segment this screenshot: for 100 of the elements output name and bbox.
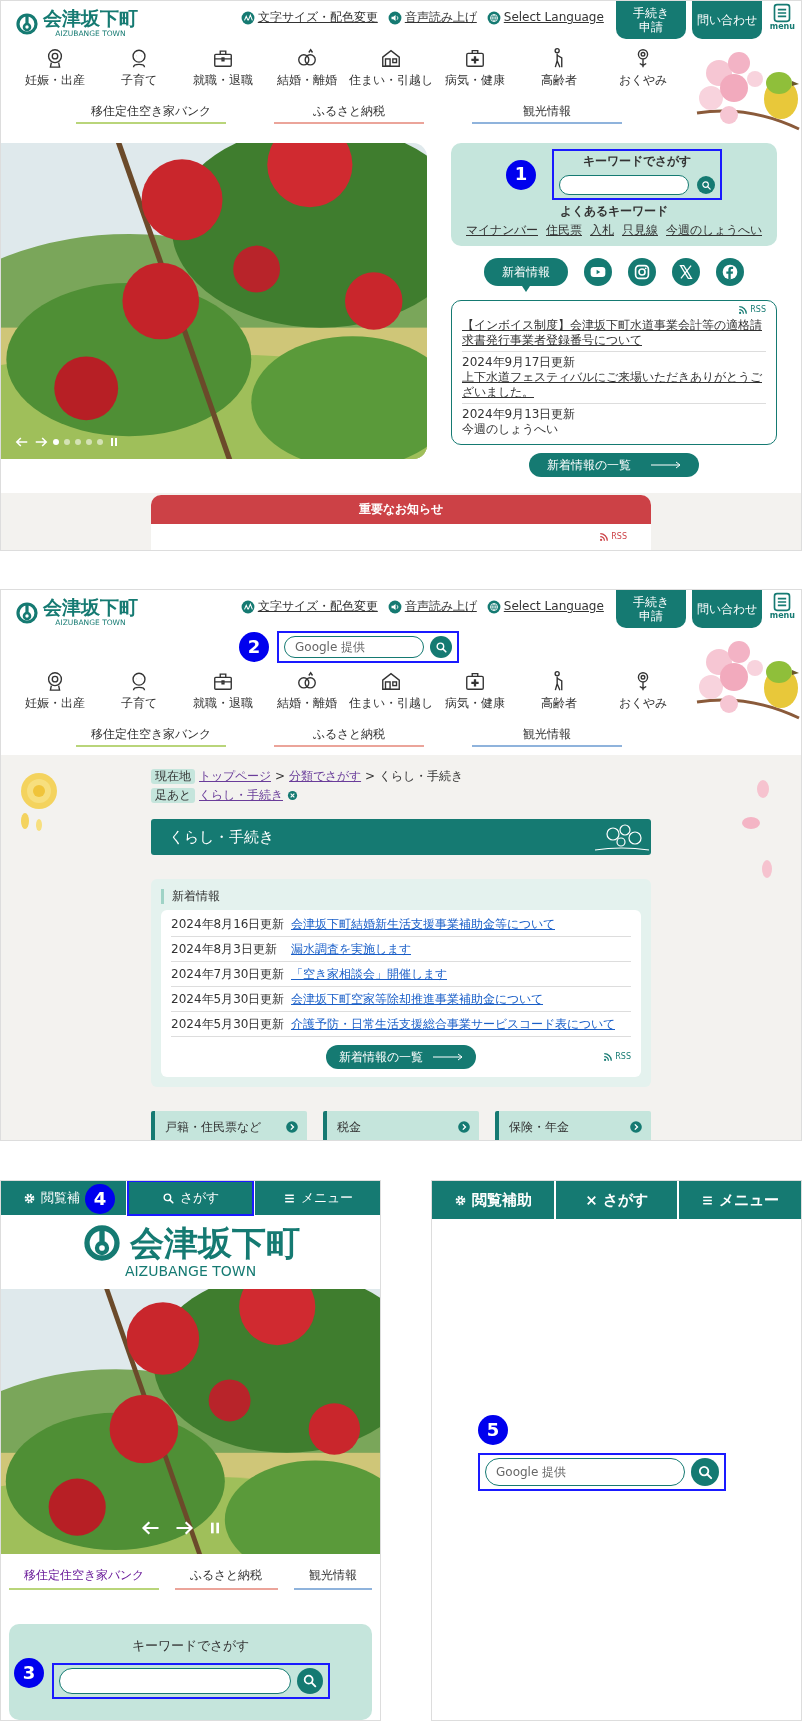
briefcase-icon — [212, 47, 234, 69]
globe-icon — [486, 10, 501, 25]
category-link[interactable]: 税金 — [323, 1111, 479, 1140]
close-icon — [287, 790, 298, 801]
search-heading: キーワードでさがす — [583, 154, 691, 169]
chevron-icon — [629, 1120, 643, 1134]
life-event-link[interactable]: 病気・健康 — [433, 670, 517, 711]
news-list-button[interactable]: 新着情報の一覧 — [529, 453, 699, 477]
life-event-link[interactable]: おくやみ — [601, 670, 685, 711]
news-link[interactable]: 会津坂下町空家等除却推進事業補助金について — [291, 991, 543, 1007]
life-event-link[interactable]: 高齢者 — [517, 670, 601, 711]
toolbar-button[interactable]: さがす — [555, 1181, 678, 1219]
featured-link[interactable]: 観光情報 — [472, 727, 622, 747]
news-list-button[interactable]: 新着情報の一覧 — [326, 1045, 476, 1069]
gear-icon — [23, 1191, 36, 1205]
utility-link[interactable]: Select Language — [486, 599, 604, 614]
breadcrumb-link[interactable]: トップページ — [199, 769, 271, 784]
slide-dot[interactable] — [75, 439, 81, 445]
breadcrumb-link[interactable]: 分類でさがす — [289, 769, 362, 784]
life-event-link[interactable]: 子育て — [97, 47, 181, 88]
social-tab[interactable] — [672, 258, 700, 286]
news-link[interactable]: 会津坂下町結婚新生活支援事業補助金等について — [291, 916, 555, 932]
news-date: 2024年5月30日更新 — [171, 1016, 283, 1032]
featured-link[interactable]: 移住定住空き家バンク — [76, 727, 226, 747]
rss-link[interactable]: RSS — [603, 1052, 631, 1062]
toolbar-button[interactable]: さがす — [128, 1181, 253, 1216]
site-logo[interactable]: 会津坂下町 — [43, 9, 138, 29]
header-button[interactable]: 問い合わせ — [691, 1, 762, 39]
house-icon — [380, 670, 402, 692]
news-tab[interactable]: 新着情報 — [484, 258, 568, 286]
keyword-link[interactable]: 入札 — [590, 223, 614, 238]
life-event-link[interactable]: 子育て — [97, 670, 181, 711]
category-link[interactable]: 保険・年金 — [495, 1111, 651, 1140]
toolbar-button[interactable]: 閲覧補助 — [432, 1181, 554, 1219]
header-button[interactable]: 手続き 申請 — [615, 590, 686, 628]
social-tab[interactable] — [584, 258, 612, 286]
news-link[interactable]: 【インボイス制度】会津坂下町水道事業会計等の適格請求書発行事業者登録番号について — [462, 318, 766, 348]
search-button[interactable] — [697, 176, 715, 194]
life-event-link[interactable]: 妊娠・出産 — [13, 47, 97, 88]
life-event-link[interactable]: 就職・退職 — [181, 670, 265, 711]
keyword-link[interactable]: 住民票 — [546, 223, 582, 238]
site-logo[interactable]: 会津坂下町 — [43, 598, 138, 618]
toolbar-button[interactable]: メニュー — [255, 1181, 380, 1216]
featured-link[interactable]: 移住定住空き家バンク — [76, 104, 226, 124]
keyword-link[interactable]: 今週のしょうへい — [666, 223, 762, 238]
utility-link[interactable]: 文字サイズ・配色変更 — [240, 10, 378, 25]
utility-link[interactable]: 文字サイズ・配色変更 — [240, 599, 378, 614]
featured-link[interactable]: 移住定住空き家バンク — [9, 1562, 160, 1591]
featured-link[interactable]: 観光情報 — [472, 104, 622, 124]
search-field[interactable] — [58, 1667, 291, 1694]
social-tab[interactable] — [628, 258, 656, 286]
text-size-icon — [240, 10, 255, 25]
life-event-link[interactable]: 結婚・離婚 — [265, 670, 349, 711]
life-event-link[interactable]: おくやみ — [601, 47, 685, 88]
search-field[interactable] — [559, 175, 689, 195]
featured-link[interactable]: ふるさと納税 — [274, 104, 424, 124]
header-button[interactable]: 手続き 申請 — [615, 1, 686, 39]
life-event-link[interactable]: 妊娠・出産 — [13, 670, 97, 711]
utility-link[interactable]: Select Language — [486, 10, 604, 25]
category-link[interactable]: 戸籍・住民票など — [151, 1111, 307, 1140]
chevron-icon — [285, 1120, 299, 1134]
search-button[interactable] — [296, 1667, 323, 1694]
menu-button[interactable]: menu — [767, 590, 801, 620]
featured-link[interactable]: 観光情報 — [293, 1562, 372, 1591]
keyword-link[interactable]: マイナンバー — [466, 223, 538, 238]
first-aid-box-icon — [464, 670, 486, 692]
slide-dot[interactable] — [86, 439, 92, 445]
breadcrumb-separator: > — [365, 769, 376, 784]
rss-link[interactable]: RSS — [599, 532, 627, 542]
news-link[interactable]: 漏水調査を実施します — [291, 941, 411, 957]
social-tab[interactable] — [716, 258, 744, 286]
life-event-link[interactable]: 病気・健康 — [433, 47, 517, 88]
header-button[interactable]: 問い合わせ — [691, 590, 762, 628]
life-event-link[interactable]: 高齢者 — [517, 47, 601, 88]
slide-dot[interactable] — [64, 439, 70, 445]
rss-link[interactable]: RSS — [738, 305, 766, 315]
featured-link[interactable]: ふるさと納税 — [175, 1562, 278, 1591]
remove-button[interactable] — [287, 790, 298, 801]
menu-button[interactable]: menu — [767, 1, 801, 31]
life-event-link[interactable]: 住まい・引越し — [349, 47, 433, 88]
search-button[interactable] — [430, 636, 452, 658]
life-event-link[interactable]: 結婚・離婚 — [265, 47, 349, 88]
site-search-field[interactable]: Google 提供 — [284, 636, 424, 658]
featured-link[interactable]: ふるさと納税 — [274, 727, 424, 747]
news-link[interactable]: 上下水道フェスティバルにご来場いただきありがとうございました。 — [462, 370, 766, 400]
news-link[interactable]: 介護予防・日常生活支援総合事業サービスコード表について — [291, 1016, 615, 1032]
toolbar-button[interactable]: メニュー — [679, 1181, 801, 1219]
life-event-link[interactable]: 就職・退職 — [181, 47, 265, 88]
utility-link[interactable]: 音声読み上げ — [387, 10, 477, 25]
keyword-link[interactable]: 只見線 — [622, 223, 658, 238]
history-link[interactable]: くらし・手続き — [199, 788, 283, 803]
slide-dot[interactable] — [53, 439, 59, 445]
news-link[interactable]: 「空き家相談会」開催します — [291, 966, 447, 982]
site-logo[interactable]: 会津坂下町 — [129, 1226, 300, 1261]
search-button[interactable] — [691, 1458, 719, 1486]
slide-dot[interactable] — [97, 439, 103, 445]
site-search-field[interactable]: Google 提供 — [485, 1458, 685, 1486]
life-event-link[interactable]: 住まい・引越し — [349, 670, 433, 711]
menu-icon — [282, 1191, 296, 1205]
utility-link[interactable]: 音声読み上げ — [387, 599, 477, 614]
